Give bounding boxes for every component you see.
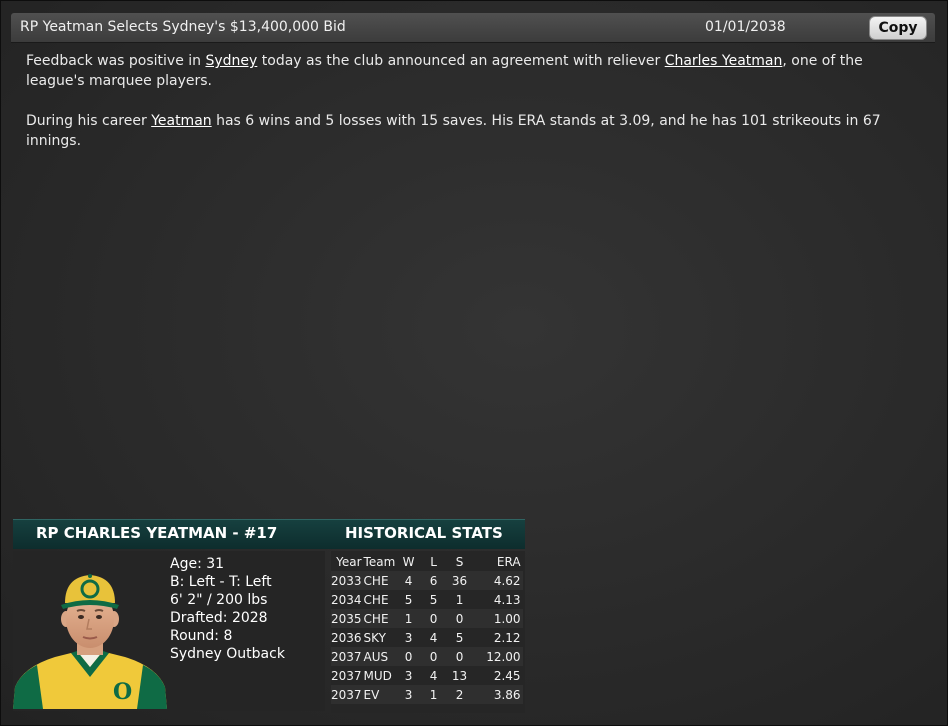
copy-button[interactable]: Copy [869, 16, 927, 40]
stat-era: 1.00 [493, 611, 521, 626]
player-card-header: RP CHARLES YEATMAN - #17 HISTORICAL STAT… [13, 519, 525, 549]
stat-saves: 13 [451, 668, 468, 683]
stat-era: 2.45 [493, 668, 521, 683]
stat-wins: 3 [404, 687, 413, 702]
stat-era: 4.13 [493, 592, 521, 607]
table-row[interactable]: 2037 EV 3 1 2 3.86 [331, 685, 523, 704]
stat-saves: 1 [455, 592, 464, 607]
stat-era: 3.86 [493, 687, 521, 702]
title-bar: RP Yeatman Selects Sydney's $13,400,000 … [11, 13, 935, 43]
stat-wins: 0 [404, 649, 413, 664]
stat-losses: 0 [429, 649, 438, 664]
table-row[interactable]: 2036 SKY 3 4 5 2.12 [331, 628, 523, 647]
article-body: Feedback was positive in Sydney today as… [26, 51, 916, 171]
column-header-team[interactable]: Team [363, 552, 399, 571]
stat-losses: 6 [429, 573, 438, 588]
historical-stats-panel: Year Team W L S ERA 2033 CHE 4 6 36 4.62 2034 C… [331, 551, 525, 713]
article-paragraph: Feedback was positive in Sydney today as… [26, 51, 916, 91]
column-header-era[interactable]: ERA [471, 552, 523, 571]
stat-era: 4.62 [493, 573, 521, 588]
stat-wins: 3 [404, 630, 413, 645]
team-link-sydney[interactable]: Sydney [205, 53, 257, 69]
stat-saves: 2 [455, 687, 464, 702]
stat-saves: 36 [451, 573, 468, 588]
player-card: RP CHARLES YEATMAN - #17 HISTORICAL STAT… [13, 519, 525, 713]
player-link-yeatman[interactable]: Yeatman [151, 113, 211, 129]
player-age: Age: 31 [170, 556, 225, 572]
text-span: today as the club announced an agreement… [257, 53, 665, 69]
player-round: Round: 8 [170, 628, 233, 644]
text-span: During his career [26, 113, 152, 129]
table-row[interactable]: 2034 CHE 5 5 1 4.13 [331, 590, 523, 609]
stat-losses: 4 [429, 630, 438, 645]
table-row[interactable]: 2033 CHE 4 6 36 4.62 [331, 571, 523, 590]
stat-team[interactable]: MUD [363, 666, 399, 685]
player-team[interactable]: Sydney Outback [170, 645, 285, 663]
news-window: RP Yeatman Selects Sydney's $13,400,000 … [0, 0, 948, 726]
column-header-saves[interactable]: S [449, 552, 471, 571]
stat-losses: 4 [429, 668, 438, 683]
stat-era: 12.00 [486, 649, 521, 664]
player-portrait-icon[interactable]: O [13, 559, 167, 711]
stat-year: 2037 [331, 687, 362, 702]
stat-losses: 5 [429, 592, 438, 607]
stat-year: 2036 [331, 630, 362, 645]
stat-losses: 0 [429, 611, 438, 626]
table-row[interactable]: 2037 AUS 0 0 0 12.00 [331, 647, 523, 666]
player-name-header[interactable]: RP CHARLES YEATMAN - #17 [36, 524, 277, 542]
stat-team[interactable]: CHE [363, 609, 399, 628]
player-height-weight: 6' 2" / 200 lbs [170, 592, 268, 608]
article-date: 01/01/2038 [705, 19, 786, 35]
historical-stats-header: HISTORICAL STATS [345, 524, 503, 542]
stat-wins: 1 [404, 611, 413, 626]
text-span: Feedback was positive in [26, 53, 206, 69]
stat-wins: 3 [404, 668, 413, 683]
player-bio: Age: 31 B: Left - T: Left 6' 2" / 200 lb… [170, 555, 285, 663]
headline: RP Yeatman Selects Sydney's $13,400,000 … [20, 19, 346, 35]
historical-stats-table: Year Team W L S ERA 2033 CHE 4 6 36 4.62 2034 C… [331, 552, 523, 704]
player-link-charles-yeatman[interactable]: Charles Yeatman [665, 53, 783, 69]
stat-year: 2035 [331, 611, 362, 626]
stat-year: 2034 [331, 592, 362, 607]
svg-text:O: O [113, 679, 132, 705]
player-drafted: Drafted: 2028 [170, 610, 268, 626]
stat-wins: 4 [404, 573, 413, 588]
bio-panel: O Age: 31 B: Left - T: Left 6' 2" / 200 … [13, 551, 325, 711]
stat-year: 2033 [331, 573, 362, 588]
stat-losses: 1 [429, 687, 438, 702]
stats-body: 2033 CHE 4 6 36 4.62 2034 CHE 5 5 1 4.13 2035 CHE 1 0 0 1… [331, 571, 523, 704]
player-bats-throws: B: Left - T: Left [170, 574, 272, 590]
table-row[interactable]: 2035 CHE 1 0 0 1.00 [331, 609, 523, 628]
stat-wins: 5 [404, 592, 413, 607]
stat-team[interactable]: SKY [363, 628, 399, 647]
stat-saves: 5 [455, 630, 464, 645]
column-header-year[interactable]: Year [331, 552, 363, 571]
column-header-losses[interactable]: L [419, 552, 449, 571]
stat-team[interactable]: CHE [363, 571, 399, 590]
stat-saves: 0 [455, 611, 464, 626]
stat-saves: 0 [455, 649, 464, 664]
stat-team[interactable]: AUS [363, 647, 399, 666]
table-row[interactable]: 2037 MUD 3 4 13 2.45 [331, 666, 523, 685]
stat-team[interactable]: CHE [363, 590, 399, 609]
stat-year: 2037 [331, 668, 362, 683]
column-header-wins[interactable]: W [399, 552, 419, 571]
stat-team[interactable]: EV [363, 685, 399, 704]
article-paragraph: During his career Yeatman has 6 wins and… [26, 111, 916, 151]
stat-year: 2037 [331, 649, 362, 664]
stats-header-row: Year Team W L S ERA [331, 552, 523, 571]
stat-era: 2.12 [493, 630, 521, 645]
